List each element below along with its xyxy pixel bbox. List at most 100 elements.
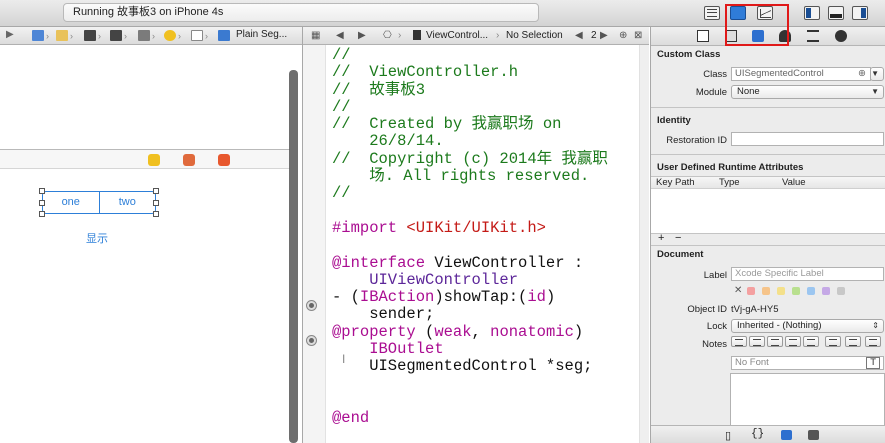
back-arrow-icon[interactable]: ◀ — [336, 30, 344, 41]
class-dropdown-button[interactable]: ▼ — [870, 67, 884, 81]
code-line[interactable] — [332, 203, 608, 220]
label-color-swatch[interactable] — [777, 287, 785, 295]
clear-color-icon[interactable]: ✕ — [734, 285, 742, 296]
code-line[interactable]: // Created by 我赢职场 on — [332, 116, 608, 133]
view-controller-icon[interactable] — [164, 30, 176, 41]
resize-handle[interactable] — [39, 200, 45, 206]
connections-inspector-icon[interactable] — [835, 30, 847, 42]
code-line[interactable]: @property (weak, nonatomic) — [332, 323, 608, 341]
segment-one[interactable]: one — [43, 192, 99, 213]
align-justify-button[interactable] — [785, 336, 801, 347]
assistant-editor-button[interactable] — [730, 6, 746, 20]
add-attribute-button[interactable]: + — [658, 232, 664, 244]
code-line[interactable]: 场. All rights reserved. — [332, 167, 608, 185]
previous-counterpart-icon[interactable]: ◀ — [575, 30, 583, 41]
key-path-column[interactable]: Key Path — [656, 177, 695, 188]
attributes-inspector-icon[interactable] — [779, 30, 791, 42]
label-color-swatch[interactable] — [792, 287, 800, 295]
notes-text-area[interactable] — [730, 373, 885, 428]
restoration-id-field[interactable] — [731, 132, 884, 146]
forward-arrow-icon[interactable]: ▶ — [358, 30, 366, 41]
label-color-swatch[interactable] — [747, 287, 755, 295]
identity-inspector-icon[interactable] — [752, 30, 764, 42]
resize-handle[interactable] — [153, 211, 159, 217]
code-line[interactable]: IBOutlet — [332, 340, 608, 358]
close-editor-icon[interactable]: ⊠ — [634, 30, 642, 41]
code-line[interactable]: // Copyright (c) 2014年 我赢职 — [332, 150, 608, 168]
view-controller-icon[interactable] — [148, 154, 160, 166]
file-inspector-icon[interactable] — [697, 30, 709, 42]
standard-editor-button[interactable] — [704, 6, 720, 20]
selection-breadcrumb[interactable]: No Selection — [506, 30, 563, 41]
resize-handle[interactable] — [39, 211, 45, 217]
connection-indicator-icon[interactable] — [306, 300, 317, 311]
class-field[interactable]: UISegmentedControl ⊕ — [731, 67, 871, 81]
align-left-button[interactable] — [731, 336, 747, 347]
module-popup[interactable]: None ▼ — [731, 85, 884, 99]
segment-two[interactable]: two — [98, 192, 156, 213]
value-column[interactable]: Value — [782, 177, 806, 188]
align-natural-button[interactable] — [803, 336, 819, 347]
first-responder-icon[interactable] — [183, 154, 195, 166]
code-line[interactable]: sender; — [332, 306, 608, 323]
segmented-control[interactable]: one two — [42, 191, 156, 214]
resize-handle[interactable] — [153, 200, 159, 206]
file-template-library-icon[interactable]: ▯ — [725, 429, 731, 442]
label-color-swatch[interactable] — [822, 287, 830, 295]
folder-icon[interactable] — [56, 30, 68, 41]
version-editor-button[interactable] — [757, 6, 773, 20]
utilities-toggle-button[interactable] — [852, 6, 868, 20]
view-icon[interactable] — [191, 30, 203, 41]
canvas-scrollbar[interactable] — [289, 70, 298, 443]
next-counterpart-icon[interactable]: ▶ — [600, 30, 608, 41]
font-picker-button[interactable]: T — [866, 357, 880, 369]
scene-icon[interactable] — [138, 30, 150, 41]
align-center-button[interactable] — [749, 336, 765, 347]
code-line[interactable]: @end — [332, 410, 608, 427]
code-line[interactable]: // — [332, 46, 608, 64]
code-line[interactable]: UIViewController — [332, 271, 608, 289]
code-line[interactable]: #import <UIKit/UIKit.h> — [332, 219, 608, 237]
exit-icon[interactable] — [218, 154, 230, 166]
remove-attribute-button[interactable]: − — [675, 232, 681, 244]
navigator-toggle-button[interactable] — [804, 6, 820, 20]
code-line[interactable]: @interface ViewController : — [332, 254, 608, 272]
code-line[interactable] — [332, 393, 608, 410]
media-library-icon[interactable] — [808, 430, 819, 440]
object-library-icon[interactable] — [781, 430, 792, 440]
resize-handle[interactable] — [39, 188, 45, 194]
quick-help-icon[interactable] — [725, 30, 737, 42]
lock-popup[interactable]: Inherited - (Nothing) ⇕ — [731, 319, 884, 333]
align-right-button[interactable] — [767, 336, 783, 347]
code-line[interactable]: // — [332, 98, 608, 116]
runtime-attributes-table[interactable]: Key Path Type Value — [651, 176, 885, 234]
color-well-button[interactable] — [825, 336, 841, 347]
code-line[interactable]: // — [332, 185, 608, 202]
code-line[interactable]: 26/8/14. — [332, 133, 608, 150]
storyboard-base-icon[interactable] — [110, 30, 122, 41]
automatic-icon[interactable]: ⎔ — [383, 30, 392, 41]
forward-arrow-icon[interactable]: ▶ — [6, 29, 14, 40]
code-line[interactable] — [332, 237, 608, 254]
doc-label-field[interactable]: Xcode Specific Label — [731, 267, 884, 281]
source-code[interactable]: //// ViewController.h// 故事板3//// Created… — [332, 46, 608, 428]
file-breadcrumb[interactable]: ViewControl... — [426, 30, 488, 41]
code-line[interactable] — [332, 376, 608, 393]
segmented-control-icon[interactable] — [218, 30, 230, 41]
related-items-icon[interactable]: ▦ — [311, 30, 320, 41]
add-editor-icon[interactable]: ⊕ — [619, 30, 627, 41]
display-label[interactable]: 显示 — [86, 230, 108, 246]
code-line[interactable]: // 故事板3 — [332, 81, 608, 99]
label-color-swatch[interactable] — [807, 287, 815, 295]
format-button[interactable] — [845, 336, 861, 347]
code-line[interactable]: - (IBAction)showTap:(id) — [332, 289, 608, 306]
editor-gutter[interactable] — [303, 45, 326, 443]
code-snippet-library-icon[interactable]: {} — [751, 428, 764, 440]
code-line[interactable]: // ViewController.h — [332, 64, 608, 81]
more-options-button[interactable] — [865, 336, 881, 347]
navigate-to-class-icon[interactable]: ⊕ — [858, 68, 866, 80]
connection-indicator-icon[interactable] — [306, 335, 317, 346]
size-inspector-icon[interactable] — [807, 30, 819, 42]
storyboard-file-icon[interactable] — [84, 30, 96, 41]
resize-handle[interactable] — [153, 188, 159, 194]
